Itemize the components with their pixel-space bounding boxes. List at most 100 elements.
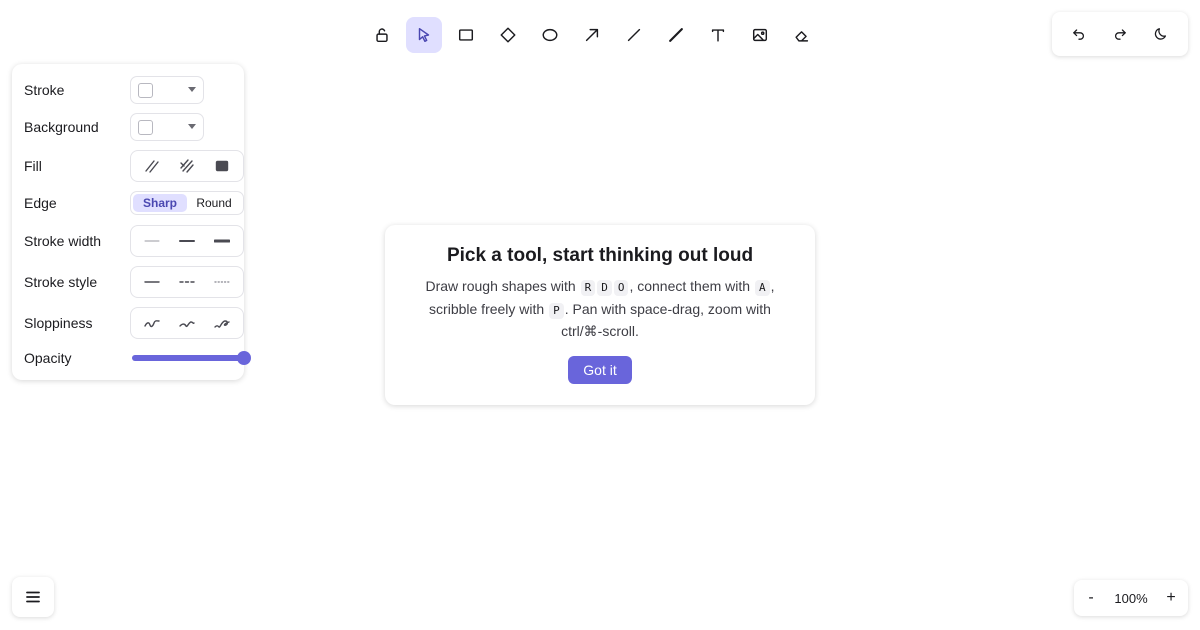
- bold-line-icon: [178, 240, 195, 242]
- sloppiness-cartoonist-option[interactable]: [207, 311, 237, 335]
- stroke-row: Stroke: [24, 76, 232, 104]
- zoom-out-button[interactable]: -: [1074, 580, 1108, 616]
- line-icon: [627, 28, 641, 42]
- got-it-button[interactable]: Got it: [568, 356, 632, 384]
- rectangle-tool[interactable]: [448, 17, 484, 53]
- arrow-icon: [585, 28, 599, 42]
- stroke-color-swatch: [138, 82, 153, 98]
- lock-icon: [376, 28, 388, 43]
- cartoonist-curve-icon: [213, 320, 230, 328]
- fill-hachure-option[interactable]: [137, 154, 167, 178]
- opacity-fill: [132, 355, 244, 361]
- properties-panel: Stroke Background Fill Edge Sharp Round …: [12, 64, 251, 380]
- stroke-width-thin-option[interactable]: [137, 229, 167, 253]
- main-menu-button[interactable]: [12, 577, 54, 617]
- welcome-title: Pick a tool, start thinking out loud: [446, 245, 754, 266]
- fill-cross-hatch-option[interactable]: [172, 154, 202, 178]
- zoom-level[interactable]: 100%: [1108, 591, 1154, 606]
- chevron-down-icon: [188, 124, 196, 129]
- sloppiness-architect-option[interactable]: [137, 311, 167, 335]
- opacity-thumb[interactable]: [237, 351, 251, 365]
- selection-tool[interactable]: [406, 17, 442, 53]
- stroke-style-solid-option[interactable]: [137, 270, 167, 294]
- sloppiness-artist-option[interactable]: [172, 311, 202, 335]
- ellipse-tool[interactable]: [532, 17, 568, 53]
- stroke-width-extra-bold-option[interactable]: [207, 229, 237, 253]
- zoom-in-button[interactable]: +: [1154, 580, 1188, 616]
- fill-label: Fill: [24, 158, 42, 174]
- sloppiness-label: Sloppiness: [24, 315, 93, 331]
- selection-icon: [418, 27, 430, 43]
- edge-row: Edge Sharp Round: [24, 191, 244, 215]
- opacity-slider[interactable]: [132, 351, 251, 365]
- opacity-row: Opacity: [24, 349, 251, 367]
- diamond-tool[interactable]: [490, 17, 526, 53]
- background-label: Background: [24, 119, 99, 135]
- ellipse-icon: [542, 28, 558, 42]
- draw-icon: [669, 28, 683, 42]
- fill-row: Fill: [24, 150, 244, 182]
- background-color-swatch: [138, 119, 153, 135]
- zoom-control: - 100% +: [1074, 580, 1188, 616]
- welcome-text-6: ctrl/⌘-scroll.: [561, 323, 639, 339]
- edge-round-option[interactable]: Round: [187, 194, 241, 212]
- key-a: A: [754, 280, 770, 296]
- solid-line-icon: [144, 281, 161, 283]
- welcome-body: Draw rough shapes with RDO, connect them…: [409, 275, 791, 343]
- arrow-tool[interactable]: [574, 17, 610, 53]
- stroke-style-row: Stroke style: [24, 266, 244, 298]
- edge-sharp-option[interactable]: Sharp: [133, 194, 187, 212]
- image-tool[interactable]: [742, 17, 778, 53]
- welcome-card: Pick a tool, start thinking out loud Dra…: [385, 225, 815, 405]
- key-o: O: [613, 280, 629, 296]
- undo-icon: [1072, 29, 1084, 40]
- hachure-fill-icon: [145, 160, 160, 173]
- welcome-text-1: Draw rough shapes with: [425, 278, 576, 294]
- fill-options: [130, 150, 244, 182]
- undo-button[interactable]: [1064, 19, 1094, 49]
- text-icon: [711, 29, 725, 42]
- fill-solid-option[interactable]: [207, 154, 237, 178]
- dotted-line-icon: [213, 281, 230, 283]
- main-toolbar: [364, 17, 820, 53]
- architect-curve-icon: [144, 320, 161, 328]
- sloppiness-row: Sloppiness: [24, 307, 244, 339]
- redo-button[interactable]: [1105, 19, 1135, 49]
- stroke-width-label: Stroke width: [24, 233, 102, 249]
- diamond-icon: [500, 27, 516, 43]
- dashed-line-icon: [179, 281, 195, 283]
- line-tool[interactable]: [616, 17, 652, 53]
- stroke-width-options: [130, 225, 244, 257]
- stroke-style-dotted-option[interactable]: [207, 270, 237, 294]
- draw-tool[interactable]: [658, 17, 694, 53]
- moon-icon: [1155, 28, 1167, 40]
- rectangle-icon: [458, 29, 474, 41]
- welcome-text-3: ,: [770, 278, 775, 294]
- sloppiness-options: [130, 307, 244, 339]
- edge-label: Edge: [24, 195, 57, 211]
- eraser-tool[interactable]: [784, 17, 820, 53]
- history-panel: [1052, 12, 1188, 56]
- stroke-width-bold-option[interactable]: [172, 229, 202, 253]
- cross-hatch-fill-icon: [180, 159, 194, 173]
- solid-fill-icon: [215, 160, 228, 172]
- theme-toggle-button[interactable]: [1146, 19, 1176, 49]
- chevron-down-icon: [188, 87, 196, 92]
- stroke-label: Stroke: [24, 82, 65, 98]
- text-tool[interactable]: [700, 17, 736, 53]
- lock-tool[interactable]: [364, 17, 400, 53]
- stroke-color-dropdown[interactable]: [130, 76, 204, 104]
- background-color-dropdown[interactable]: [130, 113, 204, 141]
- welcome-text-2: , connect them with: [629, 278, 751, 294]
- redo-icon: [1115, 29, 1126, 40]
- welcome-text-4: scribble freely with: [429, 300, 545, 317]
- artist-curve-icon: [179, 321, 195, 328]
- image-icon: [752, 28, 768, 42]
- edge-toggle: Sharp Round: [130, 191, 244, 215]
- hamburger-menu-icon: [26, 591, 40, 603]
- eraser-icon: [795, 31, 809, 42]
- background-row: Background: [24, 113, 232, 141]
- welcome-text-5: . Pan with space-drag, zoom with: [564, 300, 771, 317]
- stroke-style-dashed-option[interactable]: [172, 270, 202, 294]
- stroke-style-label: Stroke style: [24, 274, 98, 290]
